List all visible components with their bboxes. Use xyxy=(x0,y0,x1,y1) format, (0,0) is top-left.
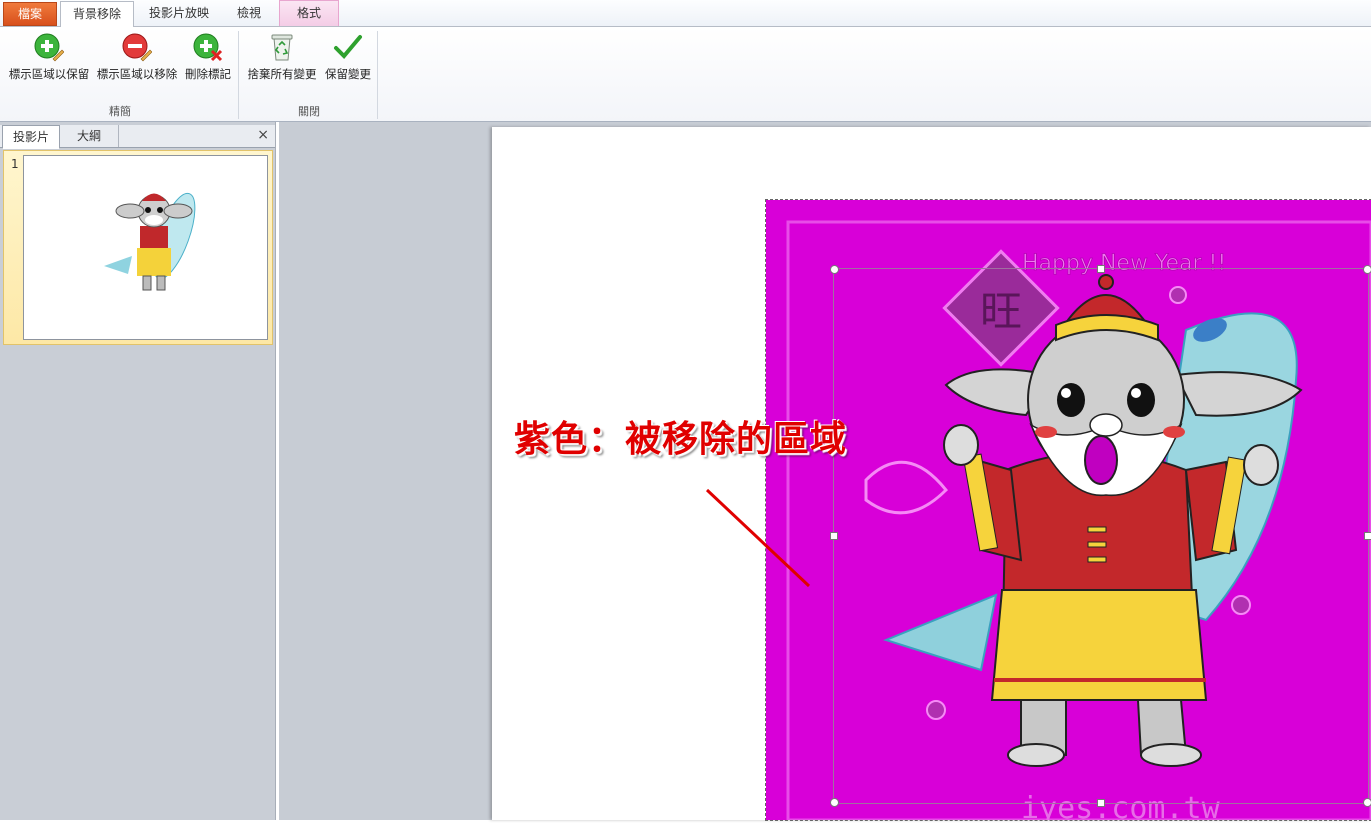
mark-remove-label: 標示區域以移除 xyxy=(96,67,178,81)
discard-all-label: 捨棄所有變更 xyxy=(247,67,317,81)
picture-background-removal[interactable]: Happy New Year !! 旺 iyes.com.tw xyxy=(765,199,1371,823)
annotation-arrow xyxy=(705,488,811,588)
tab-format[interactable]: 格式 xyxy=(279,0,339,26)
close-icon[interactable]: × xyxy=(257,127,269,143)
delete-mark-label: 刪除標記 xyxy=(185,67,231,81)
slide-number: 1 xyxy=(11,157,19,171)
delete-mark-icon xyxy=(193,33,223,62)
resize-handle-top-right[interactable] xyxy=(1363,265,1371,274)
mark-keep-label: 標示區域以保留 xyxy=(8,67,90,81)
slide-editing-area: Happy New Year !! 旺 iyes.com.tw xyxy=(279,122,1371,823)
group-refine-label: 精簡 xyxy=(109,105,131,118)
mark-remove-button[interactable]: 標示區域以移除 xyxy=(94,30,180,90)
keep-changes-button[interactable]: 保留變更 xyxy=(322,30,374,90)
ribbon: 標示區域以保留 標示區域以移除 刪除標記 精簡 捨棄所有變更 保留變更 關閉 xyxy=(0,27,1371,122)
pane-tabs: 投影片 大綱 × xyxy=(0,125,275,149)
ribbon-tab-bar: 檔案 背景移除 投影片放映 檢視 格式 xyxy=(0,0,1371,28)
mark-keep-button[interactable]: 標示區域以保留 xyxy=(6,30,92,90)
slide-thumbnail[interactable] xyxy=(23,155,268,340)
tab-outline[interactable]: 大綱 xyxy=(60,125,119,147)
group-separator xyxy=(377,31,378,119)
dog-thumbnail-image xyxy=(104,192,196,291)
slide[interactable]: Happy New Year !! 旺 iyes.com.tw xyxy=(492,127,1371,823)
discard-all-changes-button[interactable]: 捨棄所有變更 xyxy=(244,30,320,90)
annotation-callout: 紫色：被移除的區域 xyxy=(514,419,848,460)
delete-mark-button[interactable]: 刪除標記 xyxy=(182,30,234,90)
plus-pencil-icon xyxy=(34,33,64,62)
group-separator xyxy=(238,31,239,119)
tab-view[interactable]: 檢視 xyxy=(226,1,272,25)
slides-pane: 投影片 大綱 × 1 xyxy=(0,122,276,820)
resize-handle-top-left[interactable] xyxy=(830,265,839,274)
slide-thumbnail-item[interactable]: 1 xyxy=(3,150,273,345)
resize-handle-top[interactable] xyxy=(1097,265,1105,273)
tab-slideshow[interactable]: 投影片放映 xyxy=(138,1,220,25)
recycle-bin-icon xyxy=(271,34,293,61)
tab-background-removal[interactable]: 背景移除 xyxy=(60,1,134,28)
keep-changes-label: 保留變更 xyxy=(325,67,371,81)
resize-handle-bottom-right[interactable] xyxy=(1363,798,1371,807)
tab-slides[interactable]: 投影片 xyxy=(2,125,60,149)
checkmark-icon xyxy=(334,35,362,59)
selection-box[interactable] xyxy=(830,265,1371,807)
resize-handle-bottom-left[interactable] xyxy=(830,798,839,807)
tab-file[interactable]: 檔案 xyxy=(3,2,57,26)
resize-handle-left[interactable] xyxy=(830,532,838,540)
group-close-label: 關閉 xyxy=(298,105,320,118)
resize-handle-right[interactable] xyxy=(1364,532,1371,540)
minus-pencil-icon xyxy=(122,33,152,62)
resize-handle-bottom[interactable] xyxy=(1097,799,1105,807)
